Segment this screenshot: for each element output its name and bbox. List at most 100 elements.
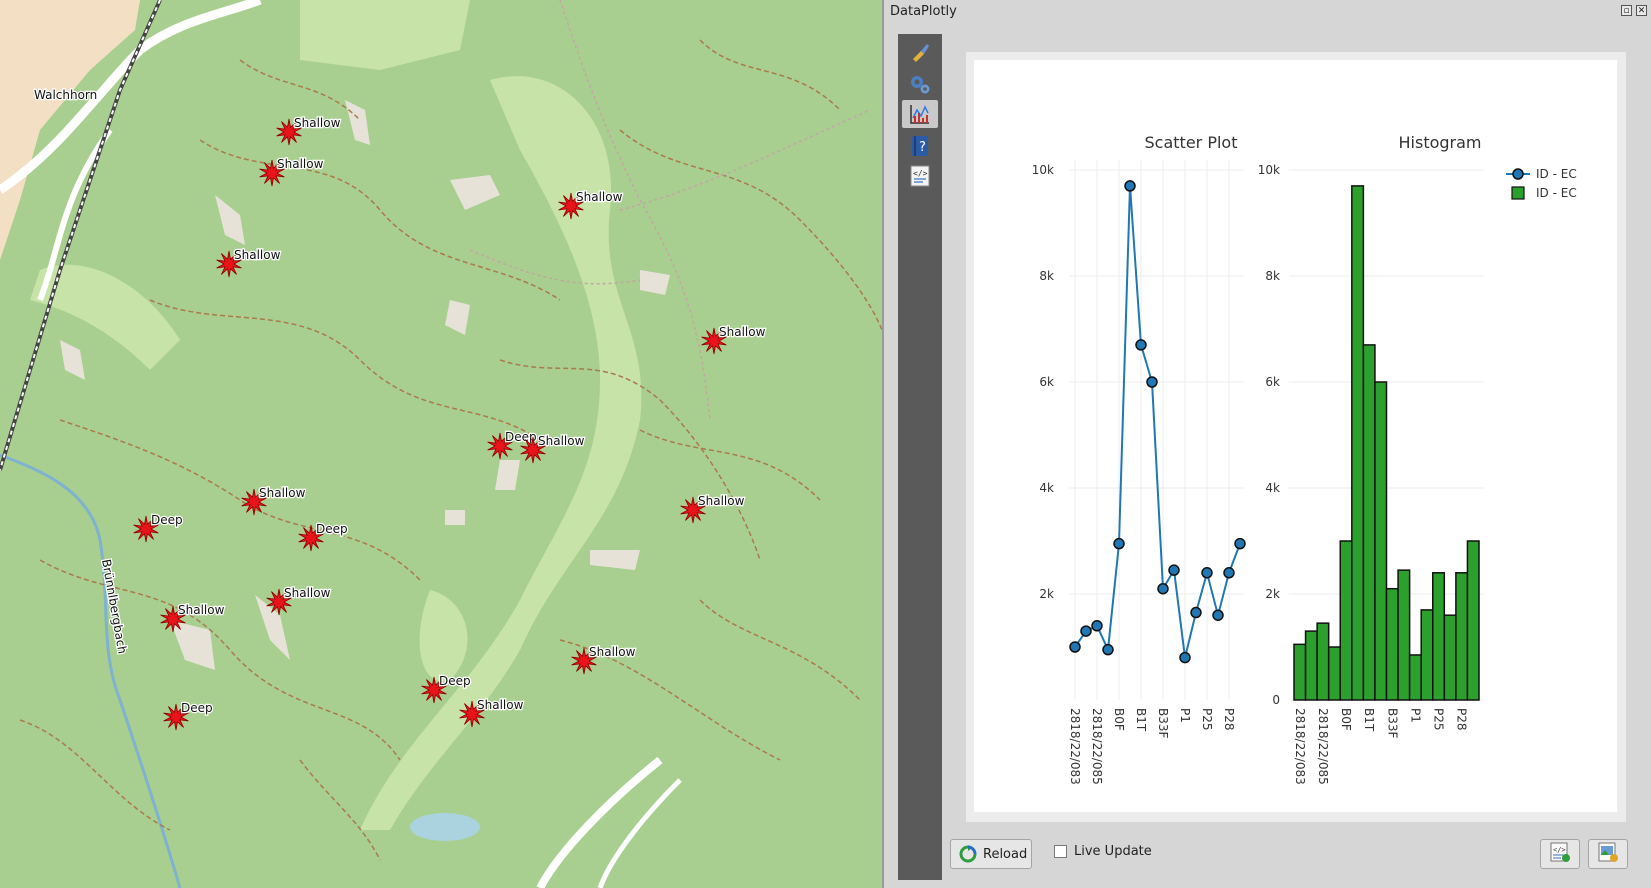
live-update-label: Live Update — [1074, 844, 1152, 859]
marker-label: Shallow — [277, 157, 324, 171]
bottom-bar: Reload Live Update </> — [884, 830, 1651, 888]
panel-title: DataPlotly — [890, 4, 957, 19]
legend-label-histogram: ID - EC — [1536, 186, 1577, 200]
scatter-point[interactable] — [1234, 537, 1246, 550]
marker-label: Shallow — [178, 603, 225, 617]
marker-label: Shallow — [294, 116, 341, 130]
scatter-plot-title: Scatter Plot — [1145, 133, 1238, 152]
scatter-point[interactable] — [1146, 376, 1158, 388]
x-tick-label: B33F — [1385, 708, 1399, 739]
histogram-bar[interactable] — [1443, 614, 1457, 701]
scatter-point[interactable] — [1102, 643, 1114, 656]
scatter-point[interactable] — [1080, 625, 1092, 637]
scatter-x-ticks: 2818/22/083 2818/22/085 B0F B1T B33F P1 P25 P28 — [1068, 708, 1236, 785]
marker-label: Shallow — [538, 434, 585, 448]
close-button[interactable]: ✕ — [1636, 5, 1647, 16]
export-image-icon — [1597, 841, 1619, 867]
chart-legend[interactable]: ID - EC ID - EC — [1506, 167, 1577, 200]
legend-item-scatter[interactable]: ID - EC — [1506, 167, 1577, 181]
x-tick-label: B1T — [1134, 708, 1148, 732]
x-tick-label: 2818/22/085 — [1316, 708, 1330, 785]
x-tick-label: 2818/22/085 — [1090, 708, 1104, 785]
scatter-point[interactable] — [1190, 606, 1202, 619]
svg-text:</>: </> — [1553, 846, 1566, 854]
reload-icon — [959, 845, 977, 863]
x-tick-label: P25 — [1432, 708, 1446, 731]
scatter-point[interactable] — [1069, 641, 1081, 653]
plot-icon[interactable] — [902, 100, 938, 128]
histogram-title: Histogram — [1399, 133, 1482, 152]
help-icon[interactable]: ? — [902, 132, 938, 160]
scatter-point[interactable] — [1124, 180, 1136, 192]
live-update-checkbox[interactable] — [1054, 845, 1067, 858]
histogram-bar[interactable] — [1293, 643, 1307, 701]
x-tick-label: B0F — [1112, 708, 1126, 731]
lake — [410, 813, 480, 841]
x-tick-label: P1 — [1178, 708, 1192, 723]
x-tick-label: B1T — [1362, 708, 1376, 732]
y-tick-label: 2k — [1265, 587, 1280, 601]
marker-label: Shallow — [589, 645, 636, 659]
export-html-button[interactable]: </> — [1540, 839, 1580, 869]
marker-label: Shallow — [698, 494, 745, 508]
reload-label: Reload — [983, 846, 1028, 862]
histogram-bar[interactable] — [1339, 540, 1353, 701]
scatter-series[interactable] — [1069, 180, 1246, 664]
histogram-bars[interactable] — [1293, 185, 1480, 701]
scatter-point[interactable] — [1201, 567, 1213, 579]
histogram-bar[interactable] — [1455, 572, 1469, 701]
gears-icon[interactable] — [902, 70, 938, 98]
scatter-point[interactable] — [1168, 564, 1180, 576]
marker-label: Shallow — [284, 586, 331, 600]
plot-area[interactable]: Scatter Plot Histogram 2k 4k 6k 8k 10k 0 2k 4k… — [974, 60, 1617, 812]
histogram-bar[interactable] — [1385, 587, 1399, 701]
x-tick-label: P28 — [1222, 708, 1236, 731]
histogram-bar[interactable] — [1362, 344, 1376, 701]
float-button[interactable]: ▫ — [1621, 5, 1632, 16]
reload-button[interactable]: Reload — [950, 839, 1032, 869]
x-tick-label: P25 — [1200, 708, 1214, 731]
scatter-point[interactable] — [1179, 651, 1191, 664]
scatter-point[interactable] — [1157, 582, 1169, 595]
x-tick-label: P1 — [1408, 708, 1422, 723]
histogram-bar[interactable] — [1408, 654, 1422, 701]
y-tick-label: 0 — [1272, 693, 1280, 707]
map-canvas[interactable]: Walchhorn Brünnlbergbach Shallow Shallow S… — [0, 0, 882, 888]
scatter-point[interactable] — [1091, 620, 1103, 632]
marker-label: Deep — [181, 701, 213, 715]
marker-label: Deep — [316, 522, 348, 536]
histogram-x-ticks: 2818/22/083 2818/22/085 B0F B1T B33F P1 P25 P28 — [1293, 708, 1469, 785]
histogram-bar[interactable] — [1432, 572, 1446, 701]
brush-icon[interactable] — [902, 38, 938, 66]
marker-label: Deep — [151, 513, 183, 527]
histogram-bar[interactable] — [1466, 540, 1480, 701]
x-tick-label: B0F — [1339, 708, 1353, 731]
scatter-point[interactable] — [1212, 609, 1224, 621]
x-tick-label: 2818/22/083 — [1068, 708, 1082, 785]
legend-item-histogram[interactable]: ID - EC — [1511, 186, 1577, 200]
histogram-bar[interactable] — [1327, 646, 1341, 701]
y-tick-label: 6k — [1039, 375, 1054, 389]
svg-text:</>: </> — [913, 169, 928, 178]
y-tick-label: 6k — [1265, 375, 1280, 389]
y-tick-label: 4k — [1265, 481, 1280, 495]
histogram-bar[interactable] — [1316, 622, 1330, 701]
histogram-bar[interactable] — [1420, 609, 1434, 701]
y-tick-label: 8k — [1265, 269, 1280, 283]
scatter-point[interactable] — [1223, 567, 1235, 579]
marker-label: Shallow — [234, 248, 281, 262]
histogram-bar[interactable] — [1397, 569, 1411, 701]
dataplotly-panel: DataPlotly ▫ ✕ ? </> Scatter Plot Histog… — [884, 0, 1651, 888]
marker-label: Deep — [439, 674, 471, 688]
export-image-button[interactable] — [1588, 839, 1628, 869]
legend-marker-swatch — [1512, 168, 1524, 180]
y-tick-label: 8k — [1039, 269, 1054, 283]
scatter-point[interactable] — [1113, 537, 1125, 550]
scatter-point[interactable] — [1135, 339, 1147, 351]
y-tick-label: 4k — [1039, 481, 1054, 495]
histogram-bar[interactable] — [1304, 630, 1318, 701]
histogram-bar[interactable] — [1374, 381, 1388, 701]
histogram-bar[interactable] — [1351, 185, 1365, 701]
x-tick-label: P28 — [1455, 708, 1469, 731]
code-icon[interactable]: </> — [902, 162, 938, 190]
